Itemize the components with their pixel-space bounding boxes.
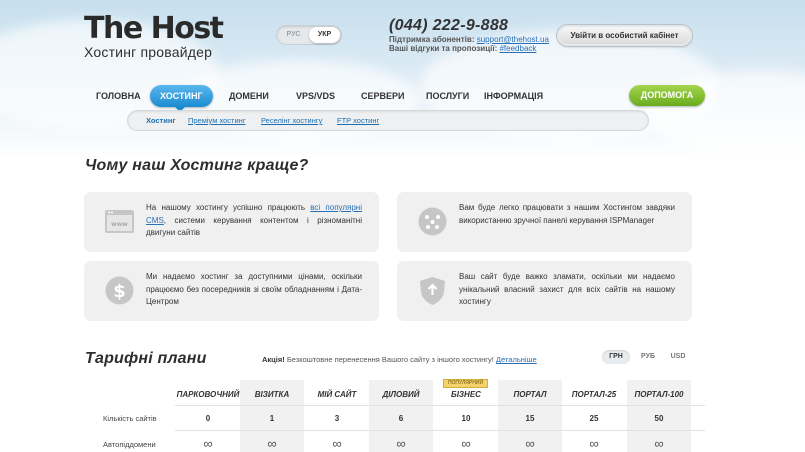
language-switch[interactable]: РУС УКР bbox=[276, 25, 342, 45]
feature-card: $ Ми надаємо хостинг за доступними цінам… bbox=[84, 261, 379, 321]
logo-name: The Host bbox=[84, 11, 224, 46]
support-label: Підтримка абонентів: bbox=[389, 35, 475, 44]
table-cell: 15 bbox=[525, 414, 535, 423]
plan-name: ПОРТАЛ-100 bbox=[634, 390, 684, 399]
table-cell: 0 bbox=[205, 414, 211, 423]
infinity-icon: ∞ bbox=[267, 436, 277, 451]
nav-item-hosting[interactable]: ХОСТИНГ bbox=[150, 85, 213, 107]
promo-details-link[interactable]: Детальніше bbox=[496, 355, 537, 364]
row-divider bbox=[175, 430, 705, 431]
infinity-icon: ∞ bbox=[525, 436, 535, 451]
promo-text: Безкоштовне перенесення Вашого сайту з і… bbox=[286, 355, 494, 364]
infinity-icon: ∞ bbox=[589, 436, 599, 451]
nav-item-services[interactable]: ПОСЛУГИ bbox=[426, 86, 469, 106]
row-label: Автопіддомени bbox=[103, 440, 156, 449]
currency-usd[interactable]: USD bbox=[666, 350, 690, 364]
feature-card: Вам буде легко працювати з нашим Хостинг… bbox=[397, 192, 692, 252]
cabinet-login-button[interactable]: Увійти в особистий кабінет bbox=[557, 25, 692, 46]
subnav-item-hosting[interactable]: Хостинг bbox=[146, 111, 176, 130]
nav-item-info[interactable]: ІНФОРМАЦІЯ bbox=[484, 86, 543, 106]
phone-number: (044) 222-9-888 bbox=[389, 17, 509, 34]
infinity-icon: ∞ bbox=[654, 436, 664, 451]
tariffs-title: Тарифні плани bbox=[85, 350, 207, 367]
nav-item-servers[interactable]: СЕРВЕРИ bbox=[361, 86, 404, 106]
popular-badge: ПОПУЛЯРНИЙ bbox=[443, 379, 488, 388]
row-label: Кількість сайтів bbox=[103, 414, 157, 423]
promo-label: Акція! bbox=[262, 355, 285, 364]
browser-icon: www bbox=[104, 206, 135, 237]
subnav-item-ftp[interactable]: FTP хостинг bbox=[337, 111, 379, 130]
contact-info: (044) 222-9-888 Підтримка абонентів: sup… bbox=[389, 17, 549, 53]
sub-nav: Хостинг Преміум хостинг Реселінг хостинг… bbox=[127, 110, 649, 131]
feature-card: Ваш сайт буде важко зламати, оскільки ми… bbox=[397, 261, 692, 321]
svg-text:www: www bbox=[111, 221, 128, 228]
logo-subtitle: Хостинг провайдер bbox=[84, 44, 213, 60]
nav-item-vps[interactable]: VPS/VDS bbox=[296, 86, 335, 106]
infinity-icon: ∞ bbox=[332, 436, 342, 451]
support-email-link[interactable]: support@thehost.ua bbox=[477, 35, 549, 44]
table-cell: 25 bbox=[589, 414, 599, 423]
feedback-link[interactable]: #feedback bbox=[499, 44, 536, 53]
infinity-icon: ∞ bbox=[396, 436, 406, 451]
plan-name: МІЙ САЙТ bbox=[317, 390, 357, 399]
row-divider bbox=[175, 405, 705, 406]
feature-text: Ми надаємо хостинг за доступними цінами,… bbox=[146, 272, 362, 306]
plan-name: ВІЗИТКА bbox=[254, 390, 290, 399]
feature-text: Вам буде легко працювати з нашим Хостинг… bbox=[459, 203, 675, 225]
table-cell: 6 bbox=[398, 414, 404, 423]
dollar-icon: $ bbox=[104, 275, 135, 306]
infinity-icon: ∞ bbox=[461, 436, 471, 451]
control-panel-icon bbox=[417, 206, 448, 237]
lang-option-rus[interactable]: РУС bbox=[278, 27, 309, 43]
currency-rub[interactable]: РУБ bbox=[636, 350, 660, 364]
subnav-item-reseller[interactable]: Реселінг хостингу bbox=[261, 111, 322, 130]
feedback-label: Ваші відгуки та пропозиції: bbox=[389, 44, 498, 53]
infinity-icon: ∞ bbox=[203, 436, 213, 451]
plan-name: БІЗНЕС bbox=[451, 390, 481, 399]
plan-name: ПОРТАЛ bbox=[513, 390, 547, 399]
shield-icon bbox=[417, 275, 448, 306]
table-cell: 3 bbox=[334, 414, 340, 423]
table-cell: 1 bbox=[269, 414, 275, 423]
feature-text: На нашому хостингу успішно працюють всі … bbox=[146, 203, 363, 237]
promo-banner: Акція! Безкоштовне перенесення Вашого са… bbox=[262, 355, 537, 364]
plan-name: ПАРКОВОЧНИЙ bbox=[176, 390, 240, 399]
subnav-item-premium[interactable]: Преміум хостинг bbox=[188, 111, 246, 130]
why-title: Чому наш Хостинг краще? bbox=[85, 157, 309, 174]
feature-text: Ваш сайт буде важко зламати, оскільки ми… bbox=[459, 272, 675, 306]
table-cell: 50 bbox=[654, 414, 664, 423]
svg-text:$: $ bbox=[113, 281, 126, 302]
plan-name: ДІЛОВИЙ bbox=[382, 390, 420, 399]
logo[interactable]: The Host Хостинг провайдер bbox=[84, 11, 224, 61]
lang-option-ukr[interactable]: УКР bbox=[309, 27, 340, 43]
nav-item-home[interactable]: ГОЛОВНА bbox=[96, 86, 141, 106]
currency-uah[interactable]: ГРН bbox=[602, 350, 630, 364]
plan-name: ПОРТАЛ-25 bbox=[571, 390, 617, 399]
feature-card: www На нашому хостингу успішно працюють … bbox=[84, 192, 379, 252]
nav-item-domains[interactable]: ДОМЕНИ bbox=[229, 86, 269, 106]
table-cell: 10 bbox=[461, 414, 471, 423]
help-button[interactable]: ДОПОМОГА bbox=[629, 85, 705, 106]
